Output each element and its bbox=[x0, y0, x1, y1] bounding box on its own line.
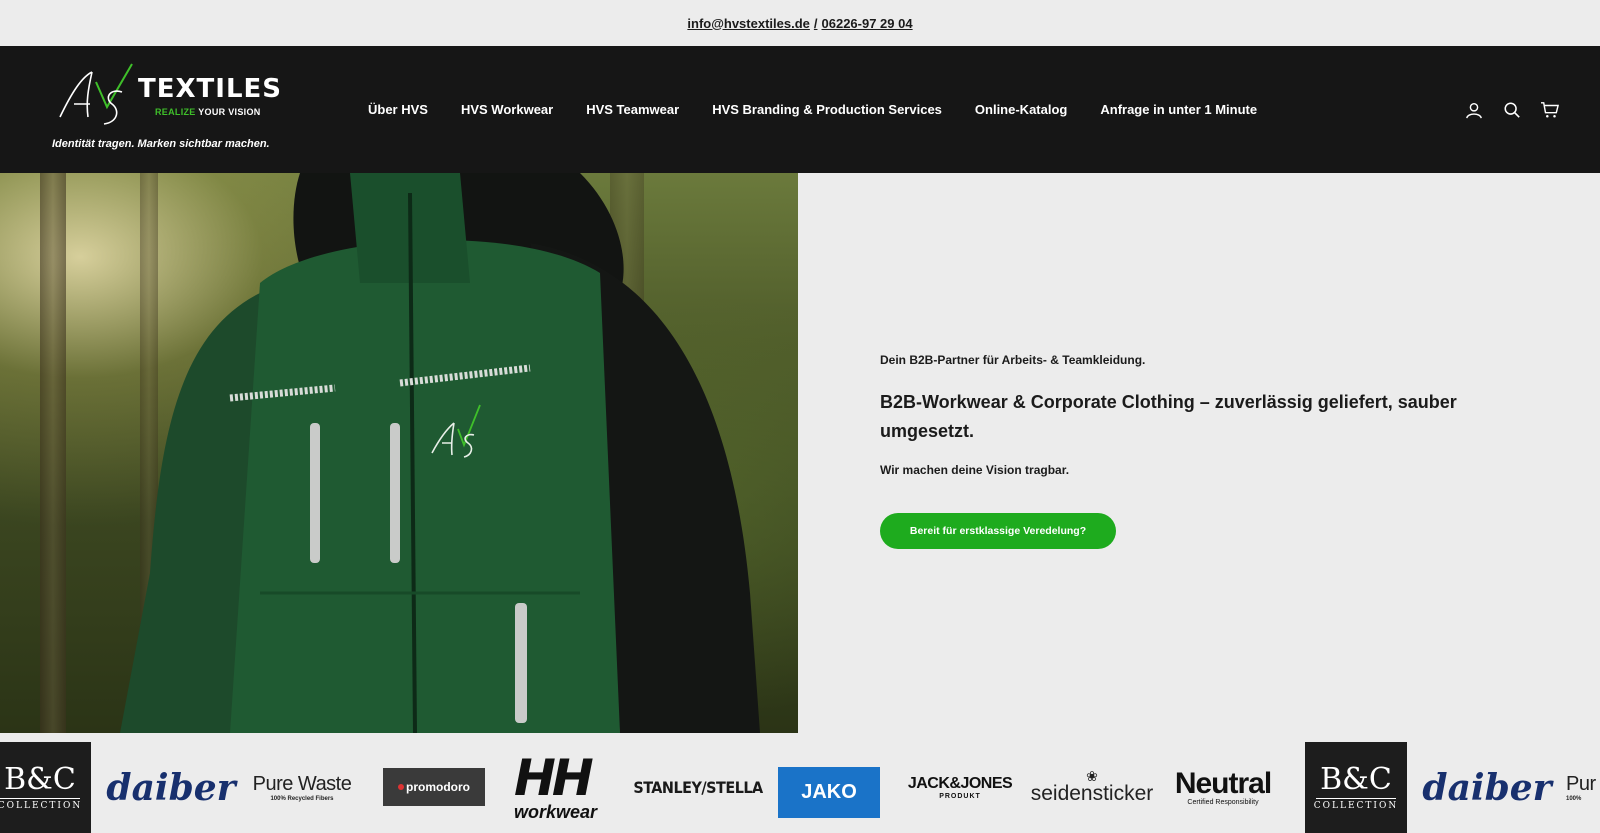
brand-logo-neutral: Neutral Certified Responsibility bbox=[1170, 742, 1276, 833]
hh-mark: HH bbox=[514, 748, 594, 807]
purewaste-name: Pure Waste bbox=[252, 773, 352, 795]
nav-item-ueber-hvs[interactable]: Über HVS bbox=[368, 102, 428, 117]
nav-item-workwear[interactable]: HVS Workwear bbox=[461, 102, 553, 117]
brand-logo-helly-hansen: HH workwear bbox=[514, 742, 618, 833]
logo-mark-icon bbox=[59, 63, 133, 125]
hero-title: B2B-Workwear & Corporate Clothing – zuve… bbox=[880, 392, 1457, 441]
bc-divider-repeat bbox=[1316, 798, 1396, 799]
nav-item-branding[interactable]: HVS Branding & Production Services bbox=[712, 102, 942, 117]
jackjones-sub: PRODUKT bbox=[939, 793, 981, 800]
header-actions bbox=[1464, 46, 1560, 173]
brand-logo-seidensticker: ❀ seidensticker bbox=[1031, 742, 1154, 833]
brand-logo-jako: JAKO bbox=[778, 767, 880, 818]
brand-claim: Identität tragen. Marken sichtbar machen… bbox=[52, 138, 270, 150]
brand-logo-jack-jones: JACK&JONES PRODUKT bbox=[907, 742, 1013, 833]
contact-bar: info@hvstextiles.de / 06226-97 29 04 bbox=[0, 0, 1600, 46]
jacket-illustration bbox=[120, 173, 760, 733]
nav-item-teamwear[interactable]: HVS Teamwear bbox=[586, 102, 679, 117]
hero-content: Dein B2B-Partner für Arbeits- & Teamklei… bbox=[798, 173, 1600, 733]
bc-mark-repeat: B&C bbox=[1320, 762, 1392, 797]
logo-tagline-accent: REALIZE bbox=[155, 107, 196, 117]
hh-sub: workwear bbox=[514, 801, 598, 822]
logo-wordmark: TEXTILES bbox=[138, 74, 283, 104]
cta-button[interactable]: Bereit für erstklassige Veredelung? bbox=[880, 513, 1116, 549]
hero-subtitle: Wir machen deine Vision tragbar. bbox=[880, 463, 1070, 477]
brand-logo-daiber-repeat: daiber bbox=[1422, 766, 1552, 809]
nav-item-anfrage[interactable]: Anfrage in unter 1 Minute bbox=[1100, 102, 1257, 117]
cart-icon[interactable] bbox=[1540, 100, 1560, 120]
logo-tagline: REALIZE YOUR VISION bbox=[155, 107, 261, 117]
brand-logo-daiber: daiber bbox=[106, 766, 236, 809]
purewaste-sub: 100% Recycled Fibers bbox=[270, 796, 334, 802]
site-header: TEXTILES REALIZE YOUR VISION Identität t… bbox=[0, 46, 1600, 173]
neutral-sub: Certified Responsibility bbox=[1187, 799, 1259, 806]
brand-logo-bc-collection: B&C COLLECTION bbox=[0, 742, 91, 833]
neutral-name: Neutral bbox=[1174, 767, 1272, 800]
hero-kicker: Dein B2B-Partner für Arbeits- & Teamklei… bbox=[880, 353, 1146, 367]
bc-sub: COLLECTION bbox=[0, 801, 83, 811]
jackjones-name: JACK&JONES bbox=[907, 775, 1013, 792]
bc-sub-repeat: COLLECTION bbox=[1313, 801, 1399, 811]
brand-logo-bc-collection-repeat: B&C COLLECTION bbox=[1305, 742, 1407, 833]
rose-icon: ❀ bbox=[1086, 767, 1098, 784]
user-icon[interactable] bbox=[1464, 100, 1484, 120]
bc-divider bbox=[0, 798, 80, 799]
nav-item-katalog[interactable]: Online-Katalog bbox=[975, 102, 1067, 117]
hero-image bbox=[0, 173, 798, 733]
phone-link[interactable]: 06226-97 29 04 bbox=[822, 16, 913, 31]
brand-logo-promodoro: promodoro bbox=[383, 768, 485, 806]
main-nav: Über HVS HVS Workwear HVS Teamwear HVS B… bbox=[368, 46, 1290, 173]
purewaste-partial-sub: 100% bbox=[1566, 796, 1582, 802]
brand-strip: B&C COLLECTION daiber Pure Waste 100% Re… bbox=[0, 733, 1600, 833]
seidensticker-name: seidensticker bbox=[1030, 781, 1154, 805]
promodoro-name: promodoro bbox=[406, 780, 470, 794]
purewaste-partial-name: Pur bbox=[1566, 773, 1596, 795]
contact-separator: / bbox=[813, 15, 818, 31]
logo-tagline-rest: YOUR VISION bbox=[198, 107, 261, 117]
bc-mark: B&C bbox=[4, 762, 76, 797]
brand-logo-purewaste-partial: Pur 100% bbox=[1566, 742, 1600, 833]
email-link[interactable]: info@hvstextiles.de bbox=[687, 16, 809, 31]
brand-logo-stanley-stella: STANLEY/STELLA bbox=[633, 778, 763, 797]
brand-logo-purewaste: Pure Waste 100% Recycled Fibers bbox=[248, 742, 356, 833]
promodoro-dot bbox=[398, 784, 404, 790]
search-icon[interactable] bbox=[1502, 100, 1522, 120]
hero-section: Dein B2B-Partner für Arbeits- & Teamklei… bbox=[0, 173, 1600, 733]
